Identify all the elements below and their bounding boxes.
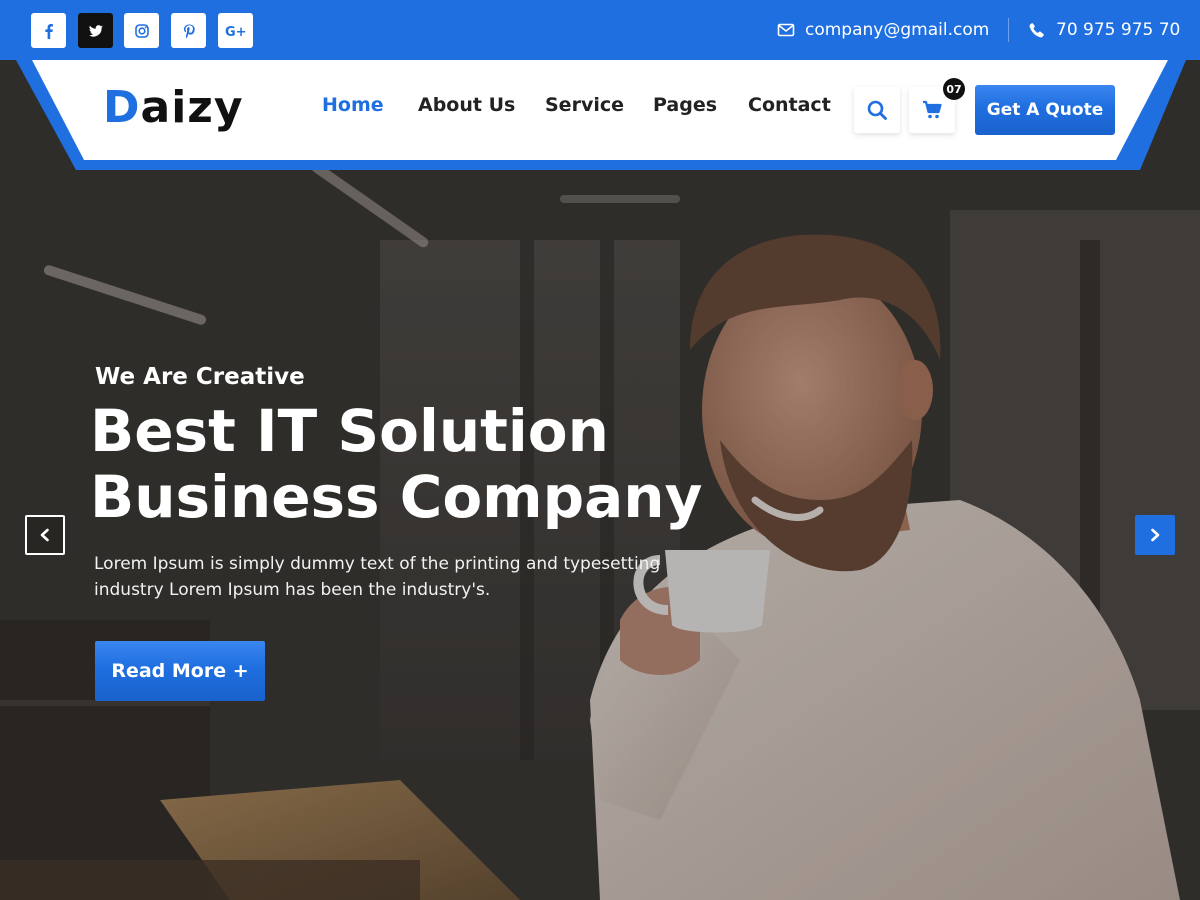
google-plus-icon[interactable]: G+ xyxy=(218,13,253,48)
slider-prev-button[interactable] xyxy=(25,515,65,555)
svg-text:G+: G+ xyxy=(225,25,247,39)
hero-headline: Best IT Solution Business Company xyxy=(90,398,730,530)
facebook-icon[interactable] xyxy=(31,13,66,48)
phone-text: 70 975 975 70 xyxy=(1056,20,1181,40)
phone-icon xyxy=(1029,22,1044,38)
logo-initial: D xyxy=(103,82,141,133)
read-more-button[interactable]: Read More + xyxy=(95,641,265,701)
nav-contact[interactable]: Contact xyxy=(748,94,831,122)
envelope-icon xyxy=(777,23,795,37)
hero-description: Lorem Ipsum is simply dummy text of the … xyxy=(94,554,661,600)
nav-about-us[interactable]: About Us xyxy=(418,94,515,122)
instagram-icon[interactable] xyxy=(124,13,159,48)
slider-next-button[interactable] xyxy=(1135,515,1175,555)
phone-contact[interactable]: 70 975 975 70 xyxy=(1028,17,1180,43)
search-icon xyxy=(867,100,887,120)
chevron-left-icon xyxy=(40,528,49,542)
cart-icon xyxy=(923,100,942,119)
get-a-quote-button[interactable]: Get A Quote xyxy=(975,85,1115,135)
site-logo[interactable]: Daizy xyxy=(103,83,244,133)
nav-service[interactable]: Service xyxy=(545,94,624,122)
search-button[interactable] xyxy=(854,87,900,133)
email-text: company@gmail.com xyxy=(805,20,990,40)
headline-line-1: Best IT Solution xyxy=(90,397,609,465)
email-contact[interactable]: company@gmail.com xyxy=(777,17,989,43)
cart-count-badge: 07 xyxy=(943,78,965,100)
headline-line-2: Business Company xyxy=(90,463,703,531)
nav-pages[interactable]: Pages xyxy=(653,94,717,122)
nav-home[interactable]: Home xyxy=(322,94,384,122)
hero-eyebrow: We Are Creative xyxy=(95,364,305,390)
pinterest-icon[interactable] xyxy=(171,13,206,48)
twitter-icon[interactable] xyxy=(78,13,113,48)
logo-text: aizy xyxy=(140,82,244,133)
divider xyxy=(1008,18,1009,42)
chevron-right-icon xyxy=(1151,528,1160,542)
top-bar: G+ company@gmail.com 70 975 975 70 xyxy=(0,0,1200,60)
